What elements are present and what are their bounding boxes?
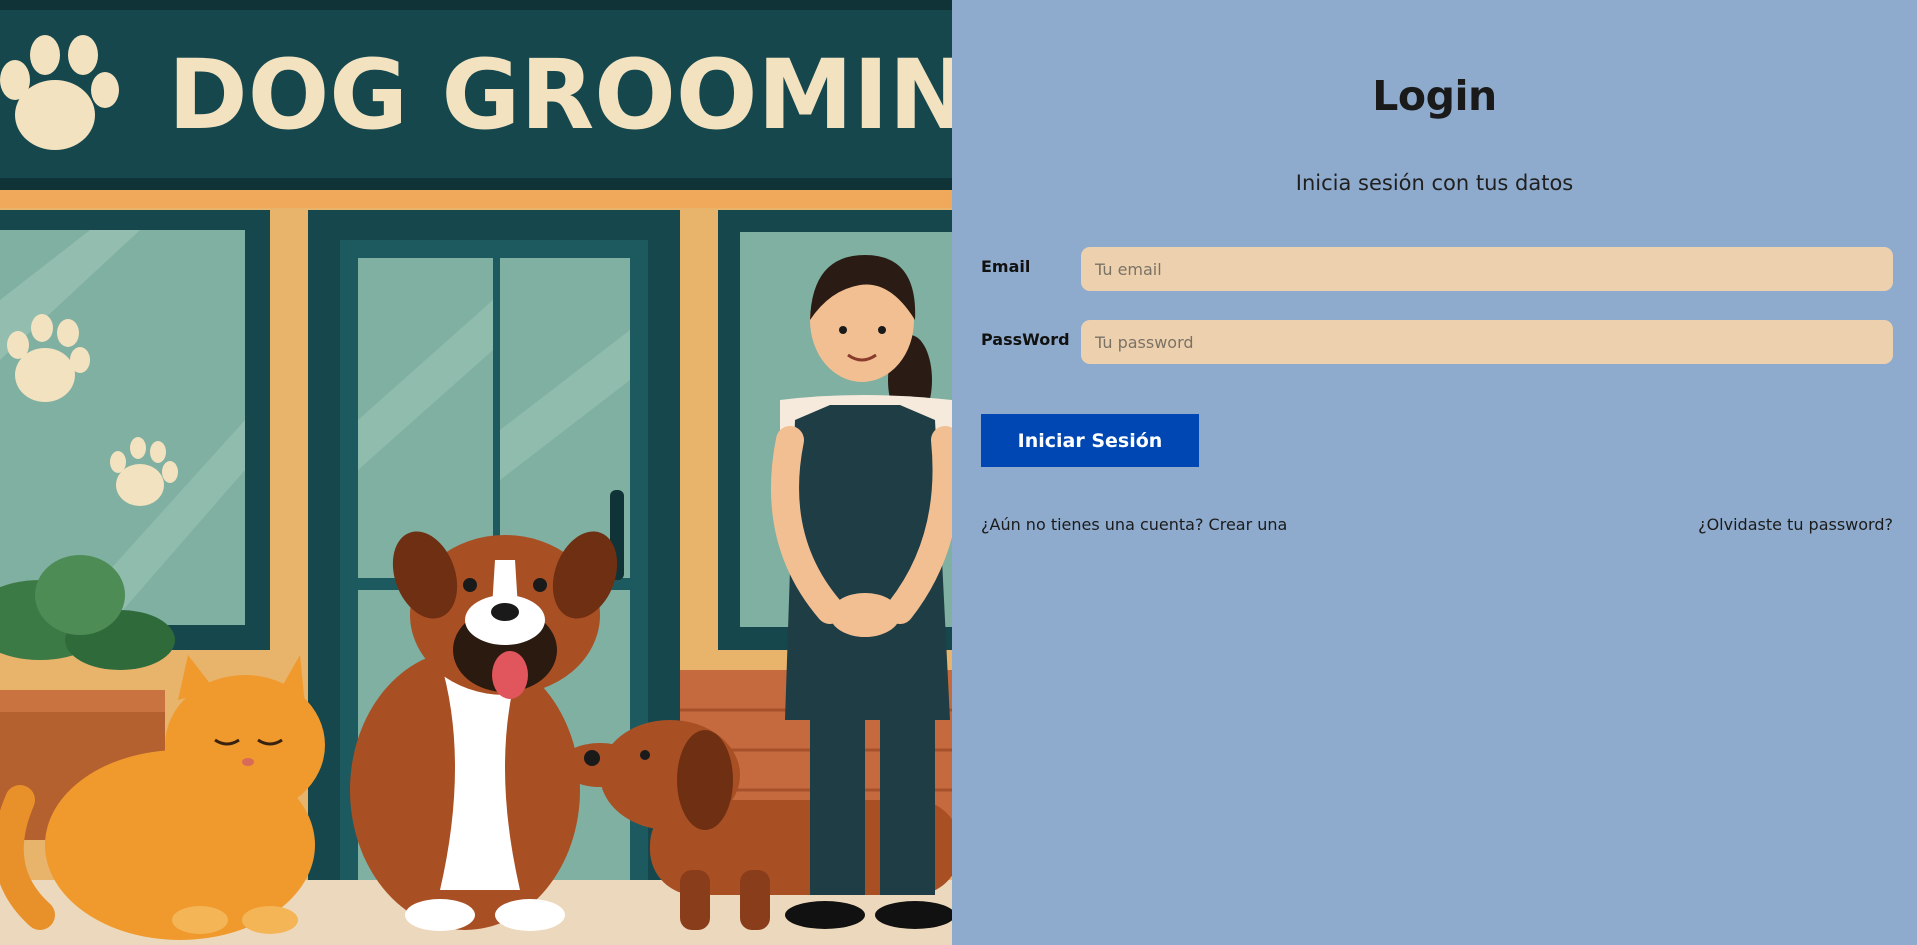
login-panel: Login Inicia sesión con tus datos Email … — [952, 0, 1917, 945]
dog-grooming-illustration: DOG GROOMING — [0, 0, 952, 945]
sign-text: DOG GROOMING — [168, 39, 952, 151]
page-title: Login — [1372, 72, 1497, 120]
password-field[interactable] — [1081, 320, 1893, 364]
register-link[interactable]: ¿Aún no tienes una cuenta? Crear una — [981, 515, 1287, 534]
email-field[interactable] — [1081, 247, 1893, 291]
login-subtitle: Inicia sesión con tus datos — [1295, 171, 1574, 195]
forgot-password-link[interactable]: ¿Olvidaste tu password? — [1698, 515, 1893, 534]
email-label: Email — [981, 257, 1031, 276]
password-label: PassWord — [981, 330, 1070, 349]
login-submit-button[interactable]: Iniciar Sesión — [981, 414, 1199, 467]
login-page: DOG GROOMING — [0, 0, 1917, 945]
